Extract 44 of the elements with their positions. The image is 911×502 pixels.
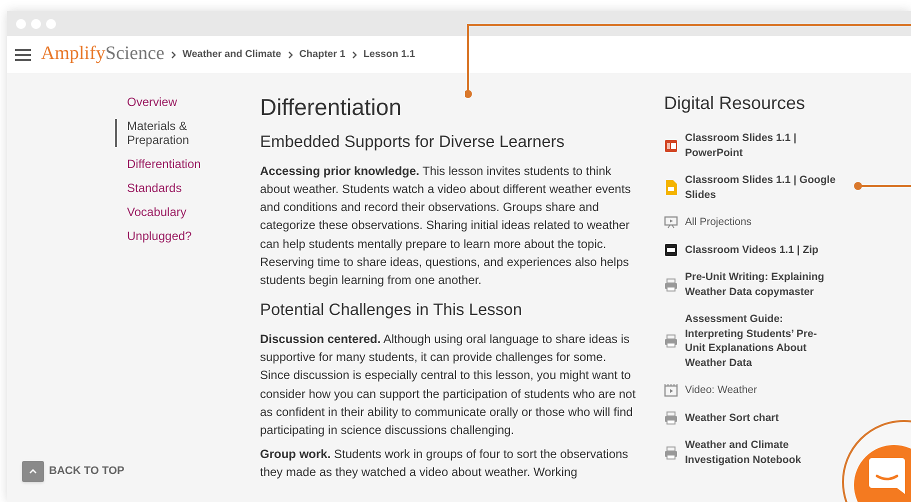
resource-link[interactable]: Classroom Slides 1.1 | Google Slides — [685, 173, 837, 202]
resources-title: Digital Resources — [664, 92, 806, 115]
projector-screen-icon — [664, 215, 678, 230]
section-heading: Embedded Supports for Diverse Learners — [260, 132, 566, 153]
back-to-top-label[interactable]: BACK TO TOP — [49, 463, 124, 480]
back-to-top-button[interactable] — [22, 461, 44, 482]
section-nav-link[interactable]: Standards — [127, 181, 227, 195]
section-nav-link[interactable]: Vocabulary — [127, 205, 227, 219]
slides-file-icon — [665, 180, 677, 195]
resource-link[interactable]: Weather Sort chart — [685, 410, 837, 425]
chevron-right-icon — [352, 50, 358, 58]
section-nav-link[interactable]: Overview — [127, 95, 227, 109]
section-heading: Potential Challenges in This Lesson — [260, 300, 524, 322]
resource-link[interactable]: Assessment Guide: Interpreting Students’ Pre-Unit Explanations About Weather Data — [685, 312, 837, 370]
resource-link[interactable]: All Projections — [685, 215, 837, 230]
chevron-right-icon — [288, 50, 294, 58]
video-clip-icon — [664, 383, 678, 398]
printer-icon — [664, 410, 678, 425]
chevron-right-icon — [171, 50, 176, 58]
slides-file-icon — [664, 138, 678, 152]
zip-file-icon — [664, 242, 678, 257]
resource-link[interactable]: Classroom Slides 1.1 | PowerPoint — [685, 131, 837, 160]
body-paragraph: Group work. Students work in groups of four to sort the observations they made as they watched a video about weather. Working — [260, 446, 630, 482]
logo[interactable]: AmplifyScience — [41, 40, 164, 69]
body-paragraph: Discussion centered. Although using oral language to share ideas is supportive for many students, it can provide challenges for some. Since discussion is especially central to this lesson, you might want to consider how you can support the participation of students who are not as confident in their ability to communicate orally or those who will find participating in science discussions challenging. — [260, 330, 637, 439]
resource-link[interactable]: Pre-Unit Writing: Explaining Weather Data copymaster — [685, 270, 837, 299]
page-title: Differentiation — [260, 93, 402, 121]
chat-icon — [869, 458, 905, 494]
section-nav-link[interactable]: Materials & Preparation — [115, 119, 215, 147]
chevron-up-icon — [29, 469, 37, 474]
resource-link[interactable]: Classroom Videos 1.1 | Zip — [685, 242, 837, 257]
breadcrumb-link[interactable]: Chapter 1 — [299, 47, 346, 62]
resource-link[interactable]: Video: Weather — [685, 383, 837, 398]
body-paragraph: Accessing prior knowledge. This lesson invites students to think about weather. Students watch a video about different weather events and conditions and record their observations. Groups share and categorize these observations. Sharing initial ideas related to weather can help students mentally prepare to learn more about the topic. Reserving time to share ideas, questions, and experiences also helps students begin learning from one another. — [260, 162, 632, 289]
section-nav-link[interactable]: Differentiation — [127, 157, 227, 171]
section-nav-link[interactable]: Unplugged? — [127, 229, 227, 243]
menu-icon[interactable] — [15, 48, 31, 60]
breadcrumb-link[interactable]: Lesson 1.1 — [363, 47, 416, 62]
printer-icon — [664, 334, 678, 348]
resource-link[interactable]: Weather and Climate Investigation Notebook — [685, 438, 837, 467]
breadcrumb-link[interactable]: Weather and Climate — [182, 47, 282, 62]
printer-icon — [664, 446, 678, 460]
printer-icon — [664, 278, 678, 292]
leader-line — [854, 182, 911, 190]
